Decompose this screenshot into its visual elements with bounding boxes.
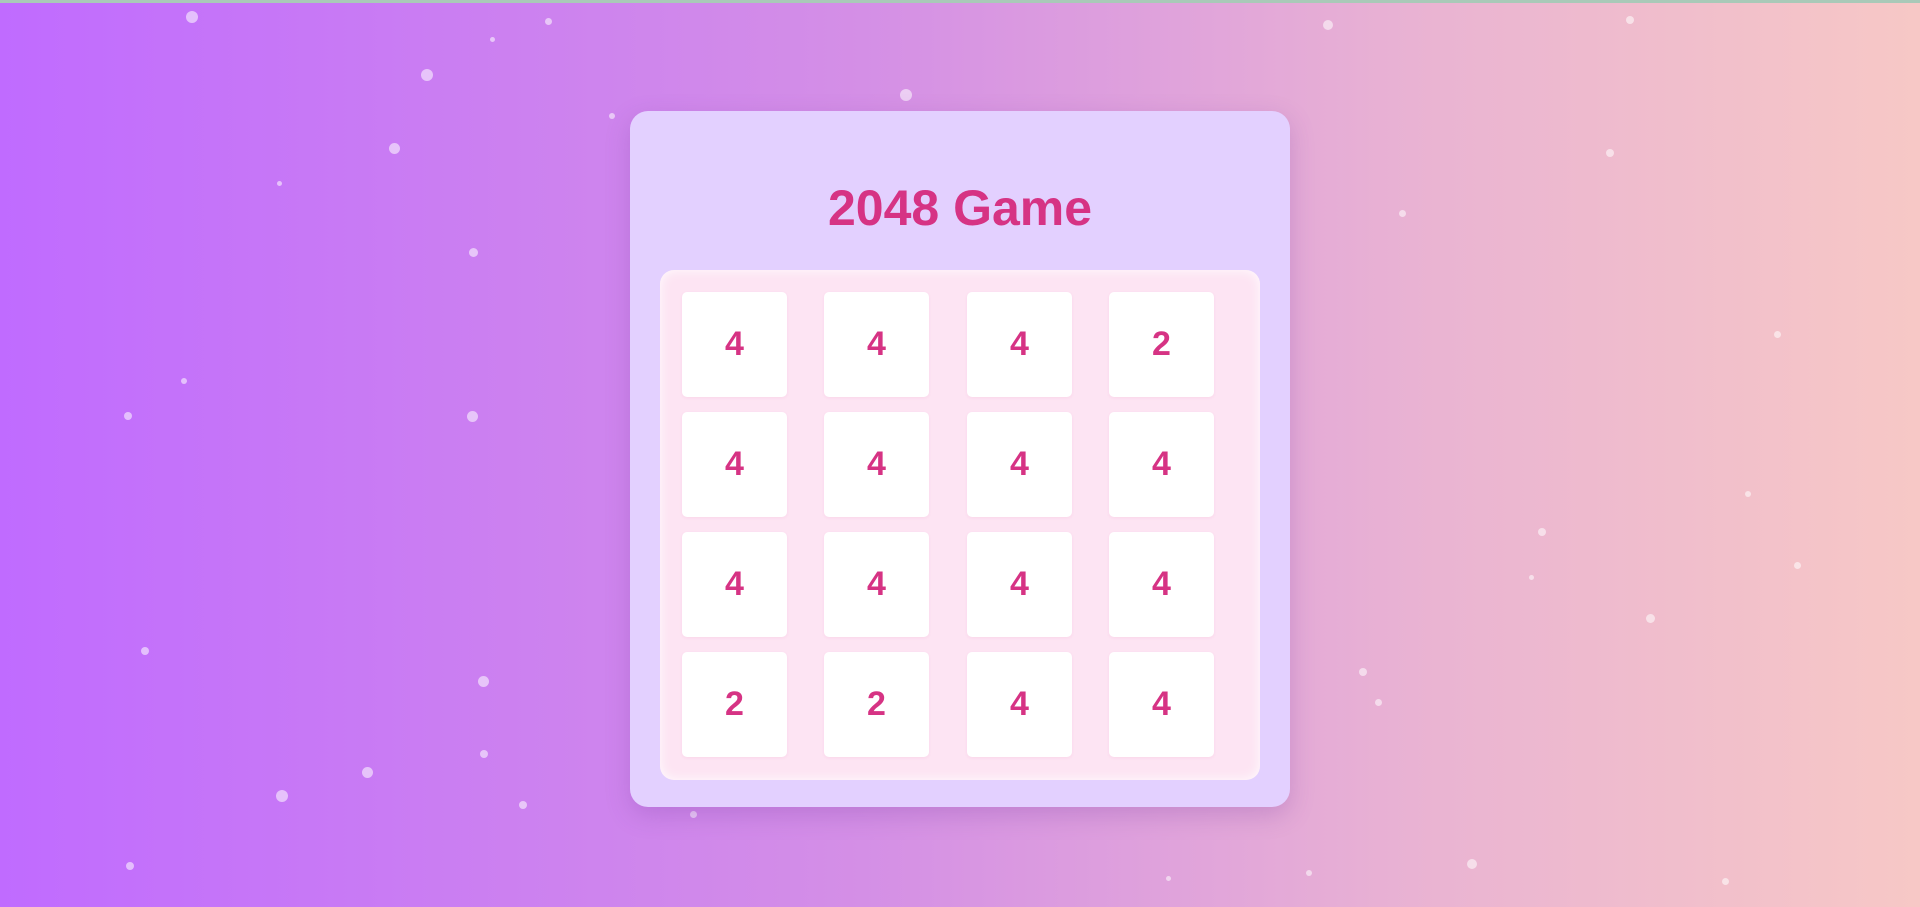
particle	[545, 18, 552, 25]
tile-r3-c1: 4	[682, 532, 787, 637]
tile-r1-c3: 4	[967, 292, 1072, 397]
particle	[467, 411, 478, 422]
particle	[478, 676, 489, 687]
tile-r4-c3: 4	[967, 652, 1072, 757]
particle	[276, 790, 288, 802]
particle	[124, 412, 132, 420]
game-title: 2048 Game	[827, 180, 1093, 236]
tile-r2-c4: 4	[1109, 412, 1214, 517]
particle	[1745, 491, 1751, 497]
particle	[1646, 614, 1655, 623]
particle	[362, 767, 373, 778]
particle	[1323, 20, 1333, 30]
particle	[141, 647, 149, 655]
tile-r2-c1: 4	[682, 412, 787, 517]
particle	[609, 113, 615, 119]
particle	[1626, 16, 1634, 24]
particle	[1529, 575, 1534, 580]
top-border-line	[0, 0, 1920, 3]
tile-r4-c4: 4	[1109, 652, 1214, 757]
particle	[181, 378, 187, 384]
particle	[1794, 562, 1801, 569]
particle	[480, 750, 488, 758]
particle	[1359, 668, 1367, 676]
tile-r3-c2: 4	[824, 532, 929, 637]
particle	[126, 862, 134, 870]
tile-r1-c1: 4	[682, 292, 787, 397]
tile-r1-c2: 4	[824, 292, 929, 397]
tile-r3-c3: 4	[967, 532, 1072, 637]
particle	[1166, 876, 1171, 881]
particle	[389, 143, 400, 154]
particle	[1399, 210, 1406, 217]
game-card: 2048 Game 4 4 4 2 4 4 4 4 4 4 4 4 2 2 4 …	[630, 111, 1290, 807]
particle	[1467, 859, 1477, 869]
particle	[1306, 870, 1312, 876]
particle	[469, 248, 478, 257]
tile-r2-c2: 4	[824, 412, 929, 517]
particle	[690, 811, 697, 818]
particle	[1774, 331, 1781, 338]
game-board[interactable]: 4 4 4 2 4 4 4 4 4 4 4 4 2 2 4 4	[660, 270, 1260, 780]
particle	[186, 11, 198, 23]
particle	[277, 181, 282, 186]
tile-r2-c3: 4	[967, 412, 1072, 517]
tile-r1-c4: 2	[1109, 292, 1214, 397]
tile-r4-c1: 2	[682, 652, 787, 757]
particle	[490, 37, 495, 42]
tile-r3-c4: 4	[1109, 532, 1214, 637]
particle	[1722, 878, 1729, 885]
particle	[421, 69, 433, 81]
particle	[900, 89, 912, 101]
particle	[519, 801, 527, 809]
particle	[1375, 699, 1382, 706]
particle	[1606, 149, 1614, 157]
particle	[1538, 528, 1546, 536]
tile-r4-c2: 2	[824, 652, 929, 757]
